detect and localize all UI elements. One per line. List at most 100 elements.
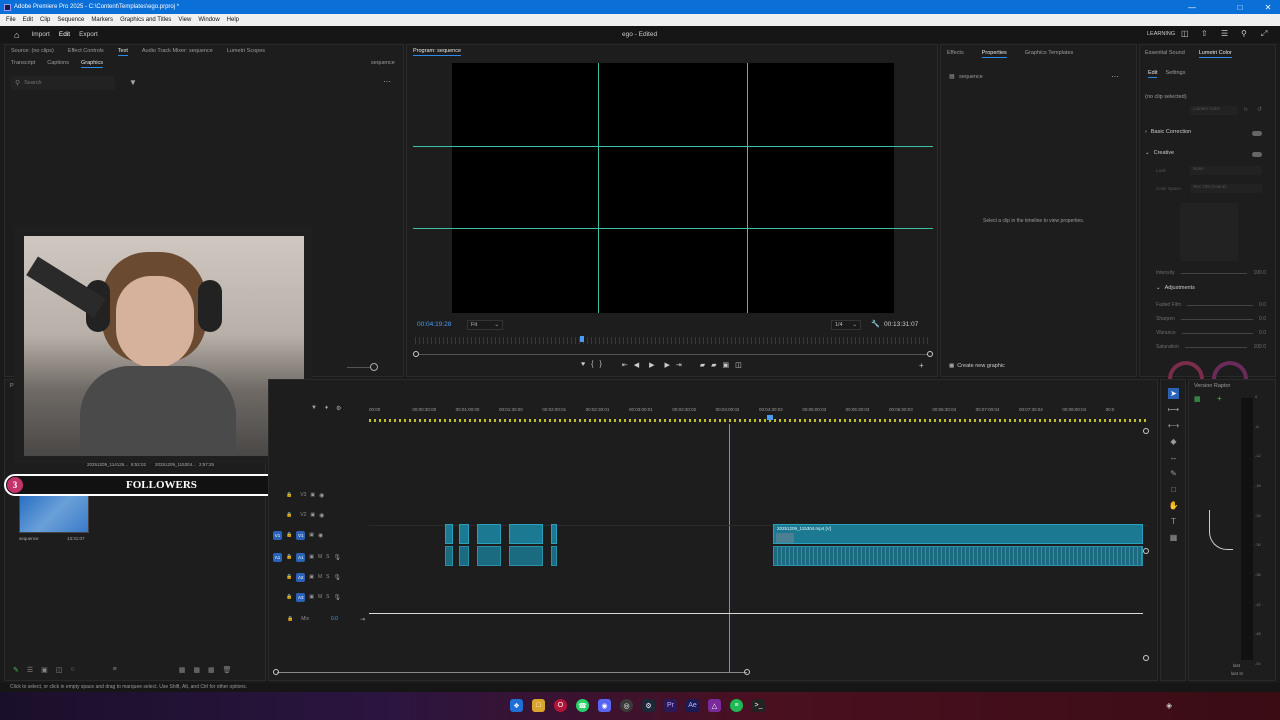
fx-icon[interactable]: fx [1244, 107, 1248, 113]
menu-markers[interactable]: Markers [91, 17, 113, 23]
basic-correction-toggle[interactable] [1252, 131, 1262, 136]
vibrance-row[interactable]: Vibrance 0.0 [1156, 326, 1266, 340]
settings-icon[interactable]: ⚙ [336, 405, 341, 412]
eye-icon[interactable]: ◉ [319, 512, 324, 519]
search-bin-icon[interactable]: ▦ [208, 666, 215, 674]
creative-toggle[interactable] [1252, 152, 1262, 157]
audio-clip[interactable] [509, 546, 543, 566]
lock-icon[interactable]: 🔒 [286, 532, 292, 538]
sharpen-row[interactable]: Sharpen 0.0 [1156, 312, 1266, 326]
more-icon[interactable]: ⋯ [383, 77, 391, 86]
go-to-end-icon[interactable]: ⇥ [360, 616, 365, 623]
video-frame[interactable] [452, 63, 894, 313]
spotify-icon[interactable]: ≡ [730, 699, 743, 712]
project-clip2-name[interactable]: 20251209_115304... [155, 462, 196, 471]
hscroll-handle-right[interactable] [744, 669, 750, 675]
menu-clip[interactable]: Clip [40, 17, 50, 23]
color-wheel-shadows[interactable] [1168, 361, 1204, 379]
minimize-icon[interactable]: — [1180, 0, 1204, 14]
mic-icon[interactable]: 🎙 [333, 574, 341, 581]
menu-file[interactable]: File [6, 17, 16, 23]
search-icon[interactable]: ⚲ [1241, 29, 1247, 38]
zoom-circle-icon[interactable]: ○ [70, 666, 74, 674]
audio-clip[interactable] [445, 546, 453, 566]
rectangle-icon[interactable]: □ [1168, 484, 1179, 495]
tab-text[interactable]: Text [118, 48, 128, 56]
ripple-edit-icon[interactable]: ⟷ [1168, 420, 1179, 431]
track-v3-label[interactable]: V3 [300, 492, 306, 498]
track-a3-target[interactable]: A3 [296, 592, 306, 602]
pen-icon[interactable]: ✎ [1168, 468, 1179, 479]
video-clip[interactable] [445, 524, 453, 544]
whatsapp-icon[interactable]: ☎ [576, 699, 589, 712]
filter-icon[interactable]: ▼ [129, 78, 137, 87]
camera-icon[interactable]: ▣ [723, 361, 730, 369]
tab-effect-controls[interactable]: Effect Controls [68, 48, 104, 56]
sync-icon[interactable]: ▣ [309, 594, 314, 600]
tab-lumetri-edit[interactable]: Edit [1148, 70, 1157, 78]
color-wheel-highlights[interactable] [1212, 361, 1248, 379]
close-icon[interactable]: ✕ [1256, 0, 1280, 14]
learning-tab[interactable]: LEARNING [1147, 31, 1175, 37]
tab-import[interactable]: Import [31, 31, 49, 38]
intensity-row[interactable]: Intensity 100.0 [1156, 266, 1266, 280]
step-forward-icon[interactable]: ▶ [665, 361, 670, 369]
lock-icon[interactable]: 🔒 [286, 554, 292, 560]
search-box[interactable]: ⚲ [11, 76, 115, 90]
zoom-dropdown[interactable]: Fit ⌄ [467, 320, 503, 330]
home-icon[interactable]: ⌂ [14, 30, 19, 40]
audio-clip[interactable] [477, 546, 501, 566]
source-patch-v1[interactable]: V1 [273, 530, 282, 540]
play-icon[interactable]: ▶ [649, 361, 654, 369]
lock-icon[interactable]: 🔒 [286, 574, 292, 580]
terminal-icon[interactable]: >_ [752, 699, 765, 712]
menu-help[interactable]: Help [227, 17, 239, 23]
steam-icon[interactable]: ⚙ [642, 699, 655, 712]
zoom-slider[interactable] [347, 367, 371, 368]
marker-icon[interactable]: ♥ [581, 361, 585, 369]
tab-properties[interactable]: Properties [982, 50, 1007, 58]
time-ruler[interactable] [415, 336, 931, 344]
color-space-dropdown[interactable]: Rec.709 (Scene) [1190, 184, 1262, 193]
sequence-thumbnail[interactable] [19, 495, 89, 533]
tab-essential-sound[interactable]: Essential Sound [1145, 50, 1185, 58]
premiere-icon[interactable]: Pr [664, 699, 677, 712]
hscroll-handle-left[interactable] [273, 669, 279, 675]
project-clip-name[interactable]: 20251209_114126... [87, 462, 128, 471]
lock-icon[interactable]: 🔒 [286, 512, 292, 518]
new-item-icon[interactable]: ▦ [193, 666, 200, 674]
hscroll-bar[interactable] [277, 672, 747, 673]
eye-icon[interactable]: ◉ [318, 532, 323, 539]
mute-button[interactable]: M [318, 574, 322, 580]
folder-icon[interactable]: □ [532, 699, 545, 712]
step-back-icon[interactable]: ◀ [634, 361, 639, 369]
search-input[interactable] [24, 80, 105, 86]
audio-clip[interactable] [551, 546, 557, 566]
timeline-playhead-head[interactable] [767, 415, 773, 420]
sync-icon[interactable]: ▣ [310, 492, 315, 498]
tab-export[interactable]: Export [79, 31, 98, 38]
tab-graphics-templates[interactable]: Graphics Templates [1025, 50, 1074, 58]
track-a2-target[interactable]: A2 [296, 572, 306, 582]
list-view-icon[interactable]: ☰ [27, 666, 33, 674]
saturation-row[interactable]: Saturation 100.0 [1156, 340, 1266, 354]
tab-edit[interactable]: Edit [59, 31, 70, 38]
workspace-icon[interactable]: ◫ [1181, 29, 1189, 38]
caption-icon[interactable]: ▦ [1168, 532, 1179, 543]
lock-icon[interactable]: 🔒 [287, 616, 293, 622]
snap-icon[interactable]: ▼ [311, 405, 317, 412]
menu-sequence[interactable]: Sequence [57, 17, 84, 23]
video-clip[interactable] [459, 524, 469, 544]
go-to-out-icon[interactable]: ⇥ [676, 361, 682, 369]
mark-out-icon[interactable]: } [600, 361, 602, 369]
share-icon[interactable]: ⇧ [1201, 29, 1208, 38]
discord-icon[interactable]: ◉ [598, 699, 611, 712]
vibrance-slider[interactable] [1181, 332, 1254, 334]
extract-icon[interactable]: ▰ [711, 361, 716, 369]
vscroll-handle[interactable] [1143, 548, 1149, 554]
tab-transcript[interactable]: Transcript [11, 60, 35, 68]
sync-icon[interactable]: ▣ [309, 554, 314, 560]
hand-icon[interactable]: ✋ [1168, 500, 1179, 511]
sync-icon[interactable]: ▣ [309, 574, 314, 580]
basic-correction-header[interactable]: › Basic Correction [1145, 129, 1191, 135]
